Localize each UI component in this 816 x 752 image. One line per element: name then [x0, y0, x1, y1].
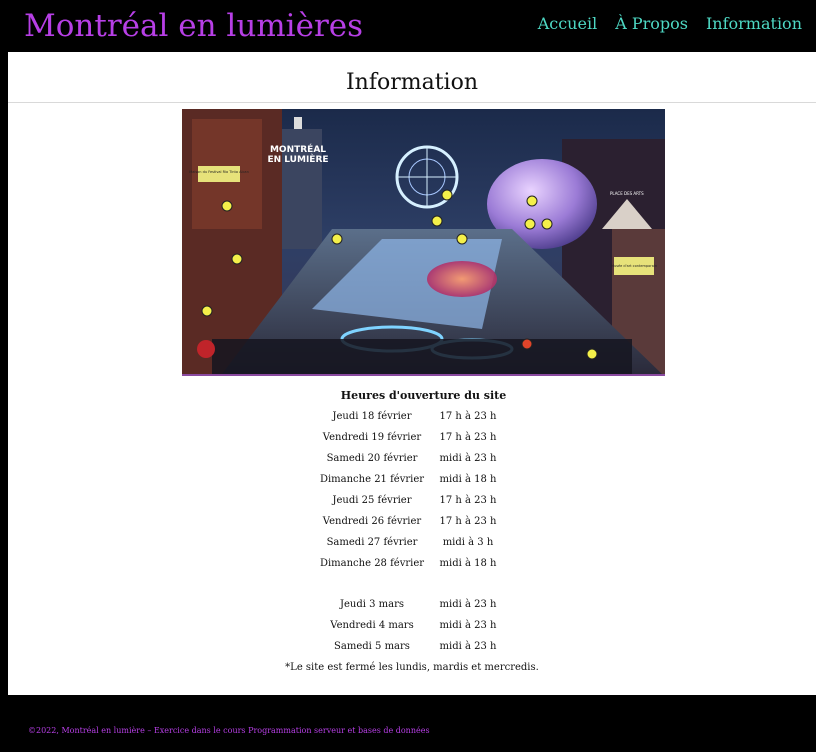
hours-title: Heures d'ouverture du site: [340, 389, 507, 402]
closed-days-note: *Le site est fermé les lundis, mardis et…: [285, 662, 539, 673]
page-frame: Montréal en lumières Accueil À Propos In…: [8, 0, 816, 752]
time-cell: midi à 23 h: [439, 620, 497, 631]
footer-copyright: ©2022, Montréal en lumière – Exercice da…: [28, 726, 430, 735]
time-cell: midi à 23 h: [439, 599, 497, 610]
svg-text:EN LUMIÈRE: EN LUMIÈRE: [267, 153, 328, 165]
day-cell: Jeudi 18 février: [332, 411, 412, 422]
day-cell: Samedi 5 mars: [334, 641, 410, 652]
nav-link-accueil[interactable]: Accueil: [538, 14, 597, 34]
page-title: Information: [345, 70, 479, 95]
festival-badge-icon: [197, 340, 215, 358]
table-row: Vendredi 26 février 17 h à 23 h: [319, 511, 505, 532]
day-cell: Vendredi 26 février: [322, 516, 422, 527]
time-cell: 17 h à 23 h: [439, 411, 497, 422]
day-cell: Vendredi 19 février: [322, 432, 422, 443]
title-divider: [8, 102, 816, 103]
nav-link-information[interactable]: Information: [706, 14, 802, 34]
time-cell: 17 h à 23 h: [439, 432, 497, 443]
day-cell: Jeudi 3 mars: [339, 599, 405, 610]
svg-text:PLACE DES ARTS: PLACE DES ARTS: [610, 191, 644, 196]
day-cell: Samedi 20 février: [326, 453, 418, 464]
main-nav: Accueil À Propos Information: [538, 14, 802, 34]
table-row: Samedi 5 mars midi à 23 h: [319, 636, 505, 657]
table-spacer: [319, 574, 505, 594]
time-cell: 17 h à 23 h: [439, 495, 497, 506]
site-map-image: MONTRÉAL EN LUMIÈRE Maison du Festival R…: [182, 109, 665, 376]
map-sign-left: [198, 166, 240, 182]
nav-link-a-propos[interactable]: À Propos: [615, 14, 688, 34]
site-header: Montréal en lumières Accueil À Propos In…: [8, 0, 816, 52]
table-row: Jeudi 18 février 17 h à 23 h: [319, 406, 505, 427]
day-cell: Dimanche 21 février: [319, 474, 425, 485]
svg-text:Musée d'art contemporain: Musée d'art contemporain: [611, 264, 657, 268]
table-row: Dimanche 21 février midi à 18 h: [319, 469, 505, 490]
svg-text:MONTRÉAL: MONTRÉAL: [270, 143, 326, 155]
time-cell: 17 h à 23 h: [439, 516, 497, 527]
hours-section: Heures d'ouverture du site Jeudi 18 févr…: [8, 386, 816, 677]
table-row: Samedi 20 février midi à 23 h: [319, 448, 505, 469]
day-cell: Jeudi 25 février: [332, 495, 412, 506]
time-cell: midi à 23 h: [439, 453, 497, 464]
table-row: Dimanche 28 février midi à 18 h: [319, 553, 505, 574]
day-cell: Samedi 27 février: [326, 537, 418, 548]
day-cell: Vendredi 4 mars: [330, 620, 414, 631]
time-cell: midi à 23 h: [439, 641, 497, 652]
svg-text:Maison du Festival Rio Tinto A: Maison du Festival Rio Tinto Alcan: [189, 170, 249, 174]
day-cell: Dimanche 28 février: [319, 558, 425, 569]
site-footer: ©2022, Montréal en lumière – Exercice da…: [8, 695, 816, 752]
table-row: Jeudi 25 février 17 h à 23 h: [319, 490, 505, 511]
time-cell: midi à 18 h: [439, 474, 497, 485]
site-title[interactable]: Montréal en lumières: [24, 8, 363, 44]
table-row: Jeudi 3 mars midi à 23 h: [319, 594, 505, 615]
table-row: Vendredi 19 février 17 h à 23 h: [319, 427, 505, 448]
time-cell: midi à 18 h: [439, 558, 497, 569]
time-cell: midi à 3 h: [442, 537, 494, 548]
table-row: Vendredi 4 mars midi à 23 h: [319, 615, 505, 636]
hours-table: Jeudi 18 février 17 h à 23 h Vendredi 19 …: [319, 406, 505, 657]
main-content: Information MONTRÉAL EN LUMIÈRE Maison d…: [8, 52, 816, 695]
table-row: Samedi 27 février midi à 3 h: [319, 532, 505, 553]
